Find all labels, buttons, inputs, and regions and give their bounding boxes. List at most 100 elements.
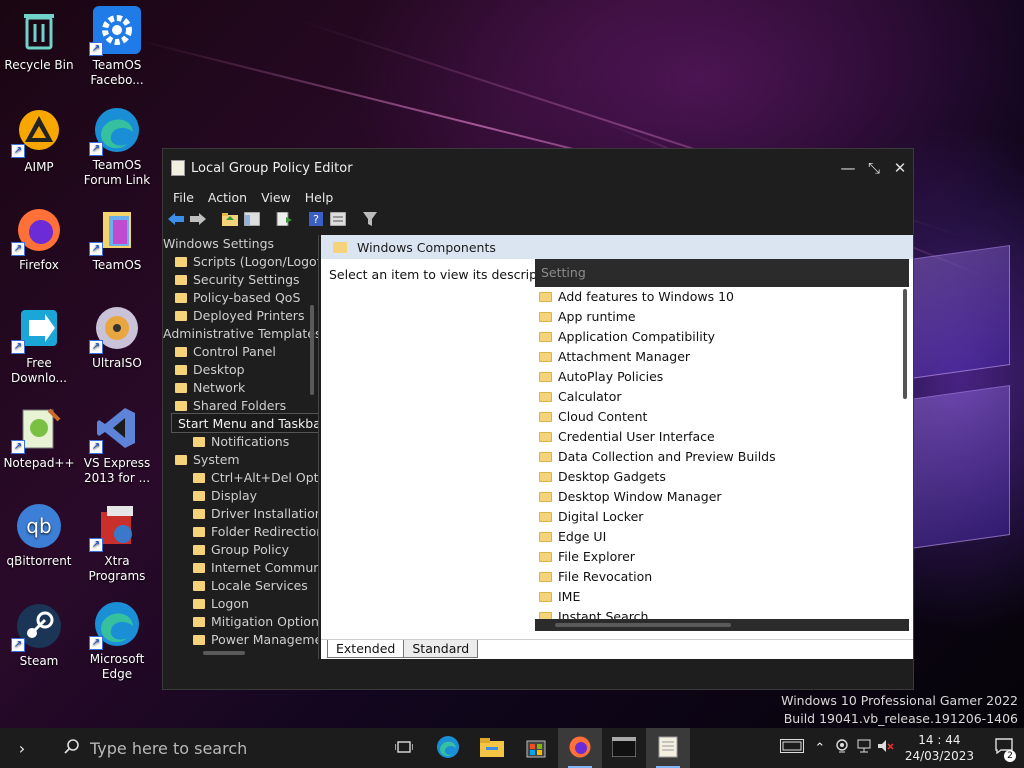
settings-list[interactable]: Setting Add features to Windows 10 App ru…: [535, 259, 909, 631]
taskbar-file-explorer[interactable]: [470, 728, 514, 768]
desktop-icon-recycle-bin[interactable]: Recycle Bin: [1, 6, 77, 73]
tree-node[interactable]: Group Policy: [163, 541, 318, 559]
menu-view[interactable]: View: [261, 190, 291, 205]
list-item[interactable]: Cloud Content: [535, 407, 897, 427]
tree-node[interactable]: Ctrl+Alt+Del Optic: [163, 469, 318, 487]
list-item[interactable]: Edge UI: [535, 527, 897, 547]
tree-node[interactable]: Windows Settings: [163, 235, 318, 253]
menu-help[interactable]: Help: [305, 190, 334, 205]
tree-node[interactable]: Mitigation Options: [163, 613, 318, 631]
network-icon[interactable]: [853, 739, 875, 757]
list-item[interactable]: Calculator: [535, 387, 897, 407]
title-bar[interactable]: Local Group Policy Editor — ⤡ ✕: [163, 149, 913, 187]
desktop-icon-free-download[interactable]: ↗ Free Downlo...: [1, 304, 77, 386]
list-item[interactable]: File Explorer: [535, 547, 897, 567]
tree-node[interactable]: Display: [163, 487, 318, 505]
tree-node[interactable]: Internet Communic: [163, 559, 318, 577]
tree-node[interactable]: Desktop: [163, 361, 318, 379]
volume-muted-icon[interactable]: [875, 739, 897, 757]
taskbar-store[interactable]: [514, 728, 558, 768]
folder-icon: [539, 592, 552, 602]
tree-node[interactable]: Power Manageme: [163, 631, 318, 649]
start-button[interactable]: ›: [0, 728, 44, 768]
taskbar-search[interactable]: Type here to search: [44, 728, 374, 768]
tree-node[interactable]: Policy-based QoS: [163, 289, 318, 307]
tree-node[interactable]: Network: [163, 379, 318, 397]
list-item[interactable]: App runtime: [535, 307, 897, 327]
desktop-icon-microsoft-edge[interactable]: ↗ Microsoft Edge: [79, 600, 155, 682]
tree-node[interactable]: Folder Redirection: [163, 523, 318, 541]
tree-node[interactable]: Logon: [163, 595, 318, 613]
desktop-icon-xtra-programs[interactable]: ↗ Xtra Programs: [79, 502, 155, 584]
folder-icon: [193, 599, 205, 609]
folder-icon: [333, 241, 347, 253]
desktop-icon-firefox[interactable]: ↗ Firefox: [1, 206, 77, 273]
tree-node[interactable]: Notifications: [163, 433, 318, 451]
desktop-icon-steam[interactable]: ↗ Steam: [1, 602, 77, 669]
back-arrow-icon[interactable]: [167, 210, 185, 228]
list-item[interactable]: Digital Locker: [535, 507, 897, 527]
desktop-icon-teamos[interactable]: ↗ TeamOS: [79, 206, 155, 273]
setting-column-header[interactable]: Setting: [535, 259, 909, 287]
tree-vertical-scrollbar[interactable]: [310, 305, 314, 395]
desktop-icon-teamos-forum-link[interactable]: ↗ TeamOS Forum Link: [79, 106, 155, 188]
minimize-button[interactable]: —: [835, 159, 861, 177]
notification-center-button[interactable]: 2: [984, 738, 1024, 762]
folder-icon: [175, 347, 187, 357]
list-item[interactable]: File Revocation: [535, 567, 897, 587]
taskbar-group-policy-editor[interactable]: [646, 728, 690, 768]
menu-action[interactable]: Action: [208, 190, 247, 205]
export-list-icon[interactable]: [275, 210, 293, 228]
tab-extended[interactable]: Extended: [327, 640, 405, 658]
desktop-icon-ultraiso[interactable]: ↗ UltraISO: [79, 304, 155, 371]
list-item[interactable]: AutoPlay Policies: [535, 367, 897, 387]
clock[interactable]: 14 : 44 24/03/2023: [905, 732, 974, 764]
list-item[interactable]: Attachment Manager: [535, 347, 897, 367]
desktop-icon-qbittorrent[interactable]: qb qBittorrent: [1, 502, 77, 569]
tree-node-label: Driver Installation: [211, 506, 319, 521]
task-view-button[interactable]: [382, 728, 426, 768]
desktop-icon-vs-express[interactable]: ↗ VS Express 2013 for ...: [79, 404, 155, 486]
list-item[interactable]: Application Compatibility: [535, 327, 897, 347]
properties-icon[interactable]: [329, 210, 347, 228]
menu-file[interactable]: File: [173, 190, 194, 205]
forward-arrow-icon[interactable]: [189, 210, 207, 228]
tree-node[interactable]: Scripts (Logon/Logoff: [163, 253, 318, 271]
shortcut-arrow-icon: ↗: [89, 142, 103, 156]
up-folder-icon[interactable]: [221, 210, 239, 228]
tree-node[interactable]: Control Panel: [163, 343, 318, 361]
policy-tree[interactable]: Windows Settings Scripts (Logon/Logoff Sec…: [163, 235, 319, 659]
tree-horizontal-scrollbar[interactable]: [203, 651, 245, 655]
taskbar-firefox[interactable]: [558, 728, 602, 768]
tab-standard[interactable]: Standard: [403, 640, 479, 658]
list-item[interactable]: Desktop Window Manager: [535, 487, 897, 507]
taskbar-terminal[interactable]: [602, 728, 646, 768]
tree-node[interactable]: Locale Services: [163, 577, 318, 595]
maximize-button[interactable]: ⤡: [861, 159, 887, 177]
help-icon[interactable]: ?: [307, 210, 325, 228]
settings-list-horizontal-scrollbar[interactable]: [535, 619, 909, 631]
close-button[interactable]: ✕: [887, 159, 913, 177]
keyboard-icon[interactable]: [775, 739, 809, 757]
desktop-icon-notepad-plus-plus[interactable]: ↗ Notepad++: [1, 404, 77, 471]
chevron-up-icon[interactable]: ⌃: [809, 741, 831, 756]
desktop-icon-teamos-facebook[interactable]: ↗ TeamOS Facebo...: [79, 6, 155, 88]
show-hide-tree-icon[interactable]: [243, 210, 261, 228]
group-policy-editor-window[interactable]: Local Group Policy Editor — ⤡ ✕ File Act…: [162, 148, 914, 690]
list-item[interactable]: IME: [535, 587, 897, 607]
list-item[interactable]: Desktop Gadgets: [535, 467, 897, 487]
desktop-icon-aimp[interactable]: ↗ AIMP: [1, 108, 77, 175]
list-item[interactable]: Data Collection and Preview Builds: [535, 447, 897, 467]
taskbar-edge[interactable]: [426, 728, 470, 768]
tree-node[interactable]: Driver Installation: [163, 505, 318, 523]
tree-node[interactable]: System: [163, 451, 318, 469]
tree-node[interactable]: Administrative Templates: [163, 325, 318, 343]
settings-list-vertical-scrollbar[interactable]: [903, 289, 907, 399]
filter-icon[interactable]: [361, 210, 379, 228]
tree-node[interactable]: Security Settings: [163, 271, 318, 289]
webcam-icon[interactable]: [831, 739, 853, 757]
tree-node[interactable]: Deployed Printers: [163, 307, 318, 325]
list-item[interactable]: Add features to Windows 10: [535, 287, 897, 307]
tree-node-label: Folder Redirection: [211, 524, 319, 539]
list-item[interactable]: Credential User Interface: [535, 427, 897, 447]
